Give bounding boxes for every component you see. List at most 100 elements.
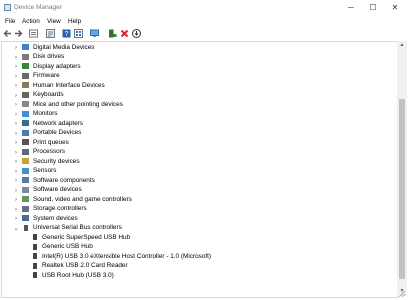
vertical-scrollbar[interactable]: ▲ ▼	[397, 41, 407, 296]
menu-action[interactable]: Action	[22, 18, 40, 25]
scroll-up-button[interactable]: ▲	[397, 41, 407, 50]
mouse-icon	[22, 101, 29, 107]
menu-view[interactable]: View	[47, 18, 61, 25]
scroll-up-icon: ▲	[399, 42, 405, 48]
tree-item-label: Network adapters	[33, 119, 84, 127]
expand-chevron-icon[interactable]: ›	[13, 167, 19, 176]
software-device-icon	[22, 186, 29, 193]
tree-item-label: USB Root Hub (USB 3.0)	[42, 271, 114, 279]
tree-item-label: Mice and other pointing devices	[33, 100, 123, 108]
expand-chevron-icon[interactable]: ›	[13, 119, 19, 128]
tree-category[interactable]: › System devices	[2, 214, 397, 223]
scrollbar-thumb[interactable]	[399, 99, 405, 279]
tree-category[interactable]: › Digital Media Devices	[2, 43, 397, 52]
minimize-icon: ─	[348, 3, 354, 12]
title-bar: Device Manager ─ ☐ ✕	[0, 0, 408, 16]
tree-device[interactable]: Realtek USB 2.0 Card Reader	[2, 262, 397, 271]
expand-chevron-icon[interactable]: ›	[13, 110, 19, 119]
expand-chevron-icon[interactable]: ›	[13, 138, 19, 147]
show-hidden-icon[interactable]	[29, 29, 38, 38]
tree-item-label: Portable Devices	[33, 129, 82, 136]
help-icon[interactable]: ?	[62, 29, 71, 38]
uninstall-icon[interactable]	[120, 29, 129, 38]
expand-chevron-icon[interactable]: ›	[13, 195, 19, 204]
tree-item-label: Realtek USB 2.0 Card Reader	[42, 262, 128, 269]
sound-icon	[22, 196, 29, 202]
expand-chevron-icon[interactable]: ›	[13, 43, 19, 52]
media-device-icon	[22, 44, 29, 50]
maximize-button[interactable]: ☐	[362, 2, 384, 14]
close-button[interactable]: ✕	[384, 2, 406, 14]
tree-category[interactable]: › Software devices	[2, 186, 397, 195]
tree-category[interactable]: › Mice and other pointing devices	[2, 100, 397, 109]
tree-category[interactable]: › Disk drives	[2, 53, 397, 62]
expand-chevron-icon[interactable]: ›	[13, 186, 19, 195]
tree-category[interactable]: › Storage controllers	[2, 205, 397, 214]
usb-device-icon	[33, 234, 37, 240]
toolbar: ?	[0, 28, 408, 40]
device-tree[interactable]: › Digital Media Devices › Disk drives › Displ…	[1, 41, 398, 298]
network-adapter-icon	[22, 120, 29, 126]
menu-file[interactable]: File	[5, 18, 15, 25]
expand-chevron-icon[interactable]: ›	[13, 72, 19, 81]
tree-device[interactable]: USB Root Hub (USB 3.0)	[2, 271, 397, 280]
tree-item-label: Storage controllers	[33, 205, 87, 212]
tree-category[interactable]: ⌄ Universal Serial Bus controllers	[2, 224, 397, 233]
tree-device[interactable]: Generic SuperSpeed USB Hub	[2, 233, 397, 242]
tree-category[interactable]: › Display adapters	[2, 62, 397, 71]
usb-device-icon	[33, 272, 37, 278]
expand-chevron-icon[interactable]: ›	[13, 205, 19, 214]
tree-device[interactable]: Intel(R) USB 3.0 eXtensible Host Control…	[2, 252, 397, 261]
expand-chevron-icon[interactable]: ›	[13, 176, 19, 185]
collapse-chevron-icon[interactable]: ⌄	[13, 224, 19, 233]
expand-chevron-icon[interactable]: ›	[13, 53, 19, 62]
tree-category[interactable]: › Monitors	[2, 110, 397, 119]
update-driver-icon[interactable]	[132, 29, 141, 38]
minimize-button[interactable]: ─	[340, 2, 362, 14]
monitor-icon	[22, 110, 29, 117]
expand-chevron-icon[interactable]: ›	[13, 148, 19, 157]
security-device-icon	[22, 158, 29, 164]
menu-help[interactable]: Help	[68, 18, 81, 25]
expand-chevron-icon[interactable]: ›	[13, 62, 19, 71]
usb-icon	[24, 224, 28, 231]
tree-category[interactable]: › Software components	[2, 176, 397, 185]
tree-item-label: Security devices	[33, 157, 80, 165]
monitor-icon[interactable]	[90, 29, 99, 38]
tree-category[interactable]: › Firmware	[2, 72, 397, 81]
scan-hardware-icon[interactable]	[108, 29, 117, 38]
back-arrow-icon[interactable]	[3, 29, 12, 38]
tree-item-label: Firmware	[33, 72, 60, 79]
usb-device-icon	[33, 253, 37, 259]
portable-device-icon	[22, 129, 29, 136]
tree-category[interactable]: › Processors	[2, 148, 397, 157]
sensor-icon	[22, 167, 29, 174]
expand-chevron-icon[interactable]: ›	[13, 157, 19, 166]
storage-controller-icon	[22, 205, 29, 212]
tree-category[interactable]: › Print queues	[2, 138, 397, 147]
properties-icon[interactable]	[46, 29, 55, 38]
tree-category[interactable]: › Sound, video and game controllers	[2, 195, 397, 204]
view-by-type-icon[interactable]	[74, 29, 83, 38]
tree-item-label: System devices	[33, 214, 78, 222]
expand-chevron-icon[interactable]: ›	[13, 129, 19, 138]
usb-device-icon	[33, 262, 37, 269]
tree-category[interactable]: › Keyboards	[2, 91, 397, 100]
tree-device[interactable]: Generic USB Hub	[2, 243, 397, 252]
expand-chevron-icon[interactable]: ›	[13, 91, 19, 100]
printer-icon	[22, 139, 29, 145]
tree-category[interactable]: › Sensors	[2, 167, 397, 176]
tree-category[interactable]: › Network adapters	[2, 119, 397, 128]
forward-arrow-icon[interactable]	[14, 29, 23, 38]
menu-bar: File Action View Help	[0, 16, 408, 28]
tree-item-label: Intel(R) USB 3.0 eXtensible Host Control…	[42, 252, 212, 260]
expand-chevron-icon[interactable]: ›	[13, 100, 19, 109]
tree-category[interactable]: › Portable Devices	[2, 129, 397, 138]
expand-chevron-icon[interactable]: ›	[13, 214, 19, 223]
tree-category[interactable]: › Security devices	[2, 157, 397, 166]
keyboard-icon	[22, 91, 29, 98]
tree-category[interactable]: › Human Interface Devices	[2, 81, 397, 90]
expand-chevron-icon[interactable]: ›	[13, 81, 19, 90]
resize-grip-icon[interactable]	[398, 290, 406, 298]
system-device-icon	[22, 215, 29, 221]
